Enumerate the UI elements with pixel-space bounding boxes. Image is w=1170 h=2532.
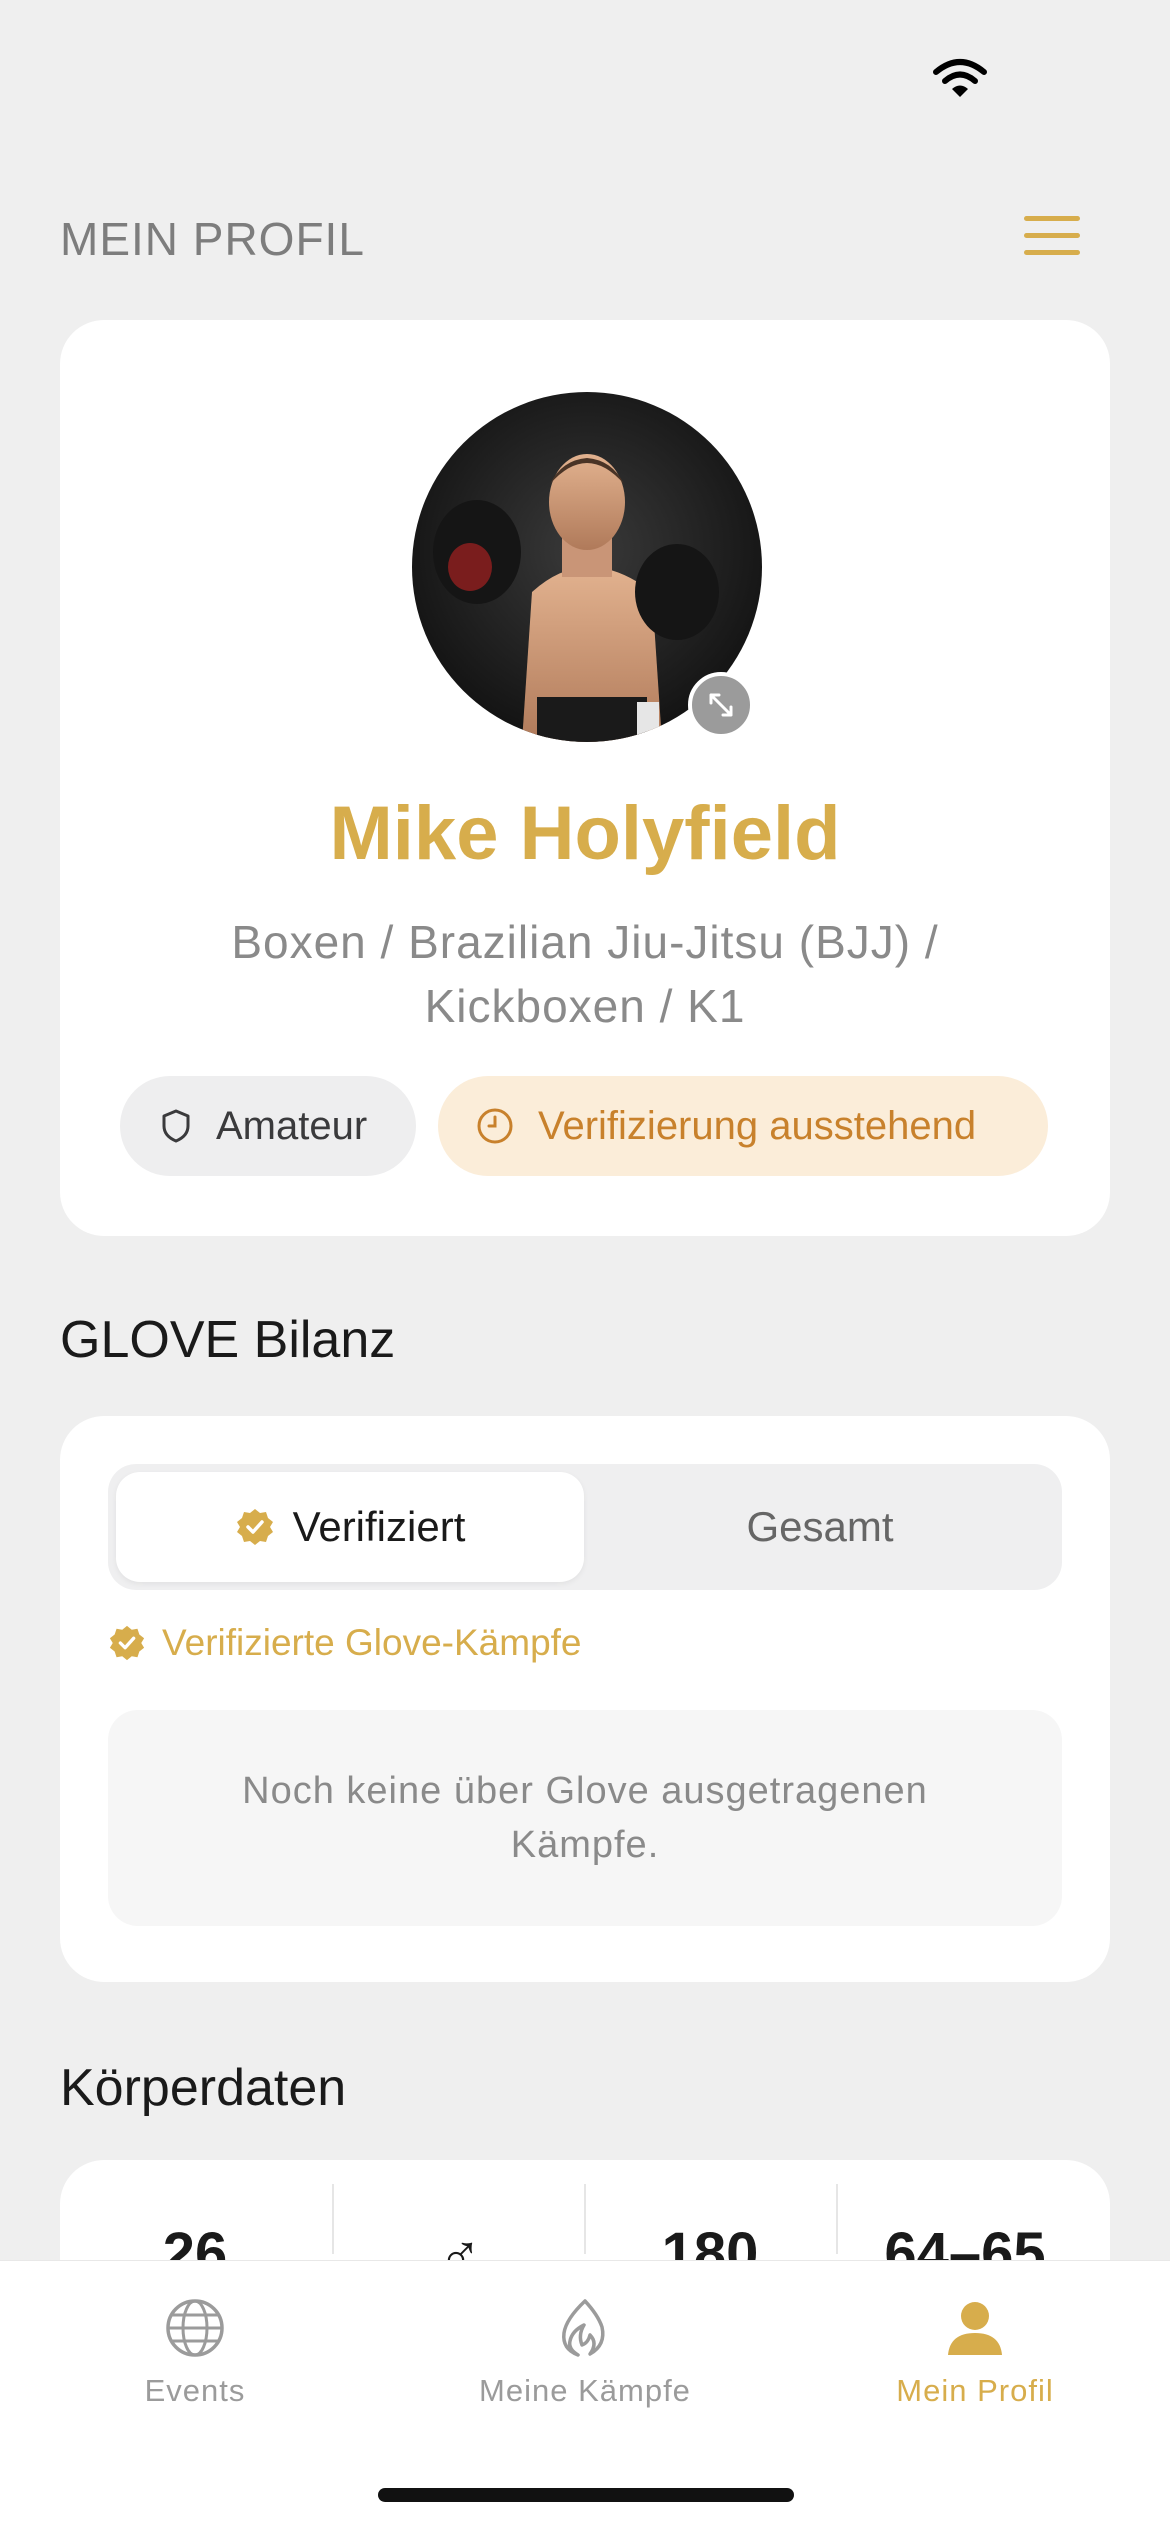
amateur-badge-label: Amateur <box>216 1103 368 1148</box>
profile-name: Mike Holyfield <box>329 791 841 876</box>
shield-icon <box>162 1109 190 1143</box>
glove-section-title: GLOVE Bilanz <box>60 1311 396 1369</box>
verification-badge-label: Verifizierung ausstehend <box>538 1103 977 1148</box>
wifi-icon <box>933 59 987 97</box>
divider <box>332 2184 334 2254</box>
hamburger-menu-icon[interactable] <box>1024 216 1080 260</box>
verified-badge-icon <box>236 1509 273 1545</box>
tab-my-profile[interactable]: Mein Profil <box>805 2297 1145 2409</box>
empty-fights-message: Noch keine über Glove ausgetragenen Kämp… <box>108 1710 1062 1926</box>
tab-verified[interactable]: Verifiziert <box>116 1472 584 1582</box>
divider <box>836 2184 838 2254</box>
tab-my-profile-label: Mein Profil <box>896 2373 1054 2408</box>
person-icon <box>948 2302 1002 2355</box>
verified-fights-text: Verifizierte Glove-Kämpfe <box>162 1622 582 1663</box>
header: MEIN PROFIL <box>60 200 1110 280</box>
tab-total-label: Gesamt <box>746 1503 894 1550</box>
clock-icon <box>477 1108 513 1144</box>
status-bar <box>0 0 1170 150</box>
flame-icon <box>562 2299 605 2357</box>
profile-sports-line2: Kickboxen / K1 <box>424 980 746 1032</box>
record-segmented-control: Verifiziert Gesamt <box>108 1464 1062 1590</box>
tab-total[interactable]: Gesamt <box>586 1472 1054 1582</box>
amateur-badge[interactable]: Amateur <box>120 1076 416 1176</box>
verification-pending-badge[interactable]: Verifizierung ausstehend <box>438 1076 1048 1176</box>
verified-badge-icon <box>109 1625 145 1661</box>
globe-icon <box>166 2299 224 2357</box>
tab-events[interactable]: Events <box>25 2297 365 2409</box>
tab-verified-label: Verifiziert <box>292 1503 466 1550</box>
profile-card: Mike Holyfield Boxen / Brazilian Jiu-Jit… <box>60 320 1110 1236</box>
tab-events-label: Events <box>144 2373 246 2408</box>
glove-record-card: Verifiziert Gesamt Verifizierte Glove-Kä… <box>60 1416 1110 1982</box>
expand-icon[interactable] <box>688 672 754 738</box>
tab-my-fights[interactable]: Meine Kämpfe <box>415 2297 755 2409</box>
page-title: MEIN PROFIL <box>60 213 365 265</box>
home-indicator[interactable] <box>378 2488 794 2502</box>
tab-my-fights-label: Meine Kämpfe <box>479 2373 691 2408</box>
profile-sports: Boxen / Brazilian Jiu-Jitsu (BJJ) / Kick… <box>180 910 990 1038</box>
verified-fights-label: Verifizierte Glove-Kämpfe <box>108 1622 582 1664</box>
body-data-section-title: Körperdaten <box>60 2059 347 2117</box>
profile-sports-line1: Boxen / Brazilian Jiu-Jitsu (BJJ) / <box>231 916 939 968</box>
